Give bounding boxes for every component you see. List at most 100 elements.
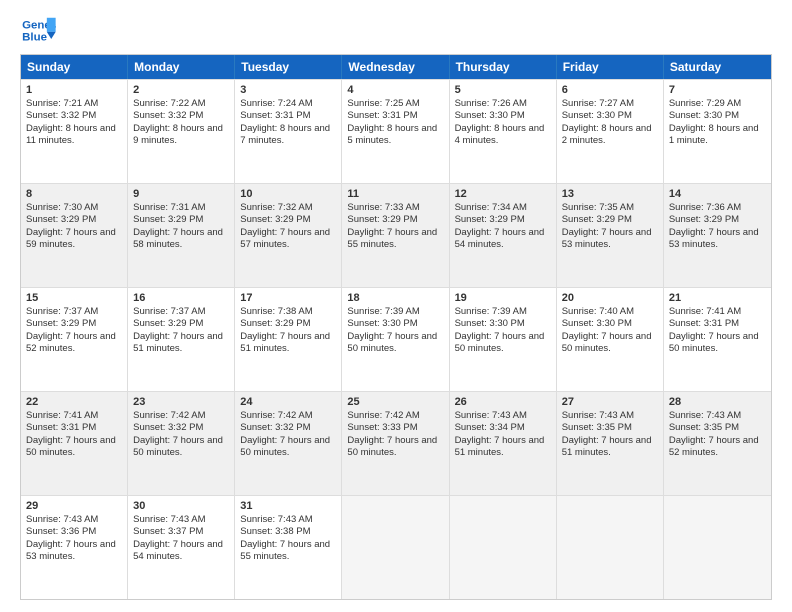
calendar-cell: 11Sunrise: 7:33 AMSunset: 3:29 PMDayligh… [342,184,449,287]
sunrise-text: Sunrise: 7:36 AM [669,202,766,214]
calendar-cell: 17Sunrise: 7:38 AMSunset: 3:29 PMDayligh… [235,288,342,391]
day-number: 29 [26,500,122,512]
day-number: 27 [562,396,658,408]
sunrise-text: Sunrise: 7:21 AM [26,98,122,110]
logo-icon: General Blue [20,16,56,46]
sunset-text: Sunset: 3:29 PM [455,214,551,226]
calendar-cell: 21Sunrise: 7:41 AMSunset: 3:31 PMDayligh… [664,288,771,391]
sunrise-text: Sunrise: 7:43 AM [240,514,336,526]
sunrise-text: Sunrise: 7:41 AM [26,410,122,422]
calendar-week-row: 8Sunrise: 7:30 AMSunset: 3:29 PMDaylight… [21,183,771,287]
calendar-cell: 22Sunrise: 7:41 AMSunset: 3:31 PMDayligh… [21,392,128,495]
sunset-text: Sunset: 3:29 PM [26,318,122,330]
day-number: 30 [133,500,229,512]
daylight-text: Daylight: 7 hours and 53 minutes. [26,539,122,564]
sunrise-text: Sunrise: 7:42 AM [347,410,443,422]
day-number: 31 [240,500,336,512]
sunset-text: Sunset: 3:30 PM [562,318,658,330]
daylight-text: Daylight: 7 hours and 59 minutes. [26,227,122,252]
day-number: 12 [455,188,551,200]
sunset-text: Sunset: 3:31 PM [347,110,443,122]
calendar-cell [450,496,557,599]
calendar-cell: 25Sunrise: 7:42 AMSunset: 3:33 PMDayligh… [342,392,449,495]
daylight-text: Daylight: 7 hours and 57 minutes. [240,227,336,252]
sunrise-text: Sunrise: 7:29 AM [669,98,766,110]
daylight-text: Daylight: 7 hours and 50 minutes. [240,435,336,460]
calendar-cell: 9Sunrise: 7:31 AMSunset: 3:29 PMDaylight… [128,184,235,287]
calendar-cell [342,496,449,599]
calendar-cell: 3Sunrise: 7:24 AMSunset: 3:31 PMDaylight… [235,80,342,183]
svg-text:Blue: Blue [22,32,47,44]
calendar-cell: 29Sunrise: 7:43 AMSunset: 3:36 PMDayligh… [21,496,128,599]
sunrise-text: Sunrise: 7:43 AM [669,410,766,422]
daylight-text: Daylight: 8 hours and 2 minutes. [562,123,658,148]
sunset-text: Sunset: 3:37 PM [133,526,229,538]
calendar-cell: 31Sunrise: 7:43 AMSunset: 3:38 PMDayligh… [235,496,342,599]
sunset-text: Sunset: 3:29 PM [240,214,336,226]
calendar-cell: 12Sunrise: 7:34 AMSunset: 3:29 PMDayligh… [450,184,557,287]
calendar-cell: 8Sunrise: 7:30 AMSunset: 3:29 PMDaylight… [21,184,128,287]
sunrise-text: Sunrise: 7:43 AM [455,410,551,422]
sunrise-text: Sunrise: 7:37 AM [26,306,122,318]
daylight-text: Daylight: 7 hours and 53 minutes. [562,227,658,252]
day-number: 24 [240,396,336,408]
day-number: 9 [133,188,229,200]
day-number: 21 [669,292,766,304]
header-day: Saturday [664,55,771,79]
daylight-text: Daylight: 7 hours and 53 minutes. [669,227,766,252]
day-number: 22 [26,396,122,408]
calendar-cell: 13Sunrise: 7:35 AMSunset: 3:29 PMDayligh… [557,184,664,287]
day-number: 16 [133,292,229,304]
calendar-cell: 7Sunrise: 7:29 AMSunset: 3:30 PMDaylight… [664,80,771,183]
daylight-text: Daylight: 7 hours and 55 minutes. [240,539,336,564]
day-number: 11 [347,188,443,200]
sunset-text: Sunset: 3:35 PM [562,422,658,434]
day-number: 1 [26,84,122,96]
calendar-cell: 26Sunrise: 7:43 AMSunset: 3:34 PMDayligh… [450,392,557,495]
sunrise-text: Sunrise: 7:25 AM [347,98,443,110]
daylight-text: Daylight: 7 hours and 50 minutes. [26,435,122,460]
sunset-text: Sunset: 3:29 PM [240,318,336,330]
sunrise-text: Sunrise: 7:27 AM [562,98,658,110]
daylight-text: Daylight: 7 hours and 50 minutes. [669,331,766,356]
sunrise-text: Sunrise: 7:43 AM [562,410,658,422]
daylight-text: Daylight: 7 hours and 51 minutes. [455,435,551,460]
header-day: Friday [557,55,664,79]
day-number: 8 [26,188,122,200]
calendar-cell: 30Sunrise: 7:43 AMSunset: 3:37 PMDayligh… [128,496,235,599]
sunrise-text: Sunrise: 7:22 AM [133,98,229,110]
sunset-text: Sunset: 3:30 PM [347,318,443,330]
sunset-text: Sunset: 3:32 PM [240,422,336,434]
day-number: 17 [240,292,336,304]
sunset-text: Sunset: 3:29 PM [26,214,122,226]
calendar-week-row: 1Sunrise: 7:21 AMSunset: 3:32 PMDaylight… [21,79,771,183]
calendar-cell: 6Sunrise: 7:27 AMSunset: 3:30 PMDaylight… [557,80,664,183]
sunset-text: Sunset: 3:30 PM [455,110,551,122]
sunrise-text: Sunrise: 7:40 AM [562,306,658,318]
header-day: Wednesday [342,55,449,79]
day-number: 14 [669,188,766,200]
day-number: 23 [133,396,229,408]
sunset-text: Sunset: 3:29 PM [562,214,658,226]
calendar-week-row: 15Sunrise: 7:37 AMSunset: 3:29 PMDayligh… [21,287,771,391]
calendar-cell: 4 Sunrise: 7:25 AMSunset: 3:31 PMDaylight… [342,80,449,183]
day-number: 5 [455,84,551,96]
daylight-text: Daylight: 7 hours and 50 minutes. [347,435,443,460]
sunset-text: Sunset: 3:36 PM [26,526,122,538]
calendar-header: SundayMondayTuesdayWednesdayThursdayFrid… [21,55,771,79]
page: General Blue SundayMondayTuesdayWednesda… [0,0,792,612]
header-day: Thursday [450,55,557,79]
daylight-text: Daylight: 7 hours and 51 minutes. [562,435,658,460]
calendar: SundayMondayTuesdayWednesdayThursdayFrid… [20,54,772,600]
calendar-cell [664,496,771,599]
day-number: 26 [455,396,551,408]
sunrise-text: Sunrise: 7:38 AM [240,306,336,318]
daylight-text: Daylight: 8 hours and 5 minutes. [347,123,443,148]
calendar-body: 1Sunrise: 7:21 AMSunset: 3:32 PMDaylight… [21,79,771,599]
calendar-cell: 15Sunrise: 7:37 AMSunset: 3:29 PMDayligh… [21,288,128,391]
daylight-text: Daylight: 7 hours and 50 minutes. [347,331,443,356]
sunset-text: Sunset: 3:33 PM [347,422,443,434]
daylight-text: Daylight: 8 hours and 1 minute. [669,123,766,148]
day-number: 4 [347,84,443,96]
daylight-text: Daylight: 7 hours and 54 minutes. [455,227,551,252]
